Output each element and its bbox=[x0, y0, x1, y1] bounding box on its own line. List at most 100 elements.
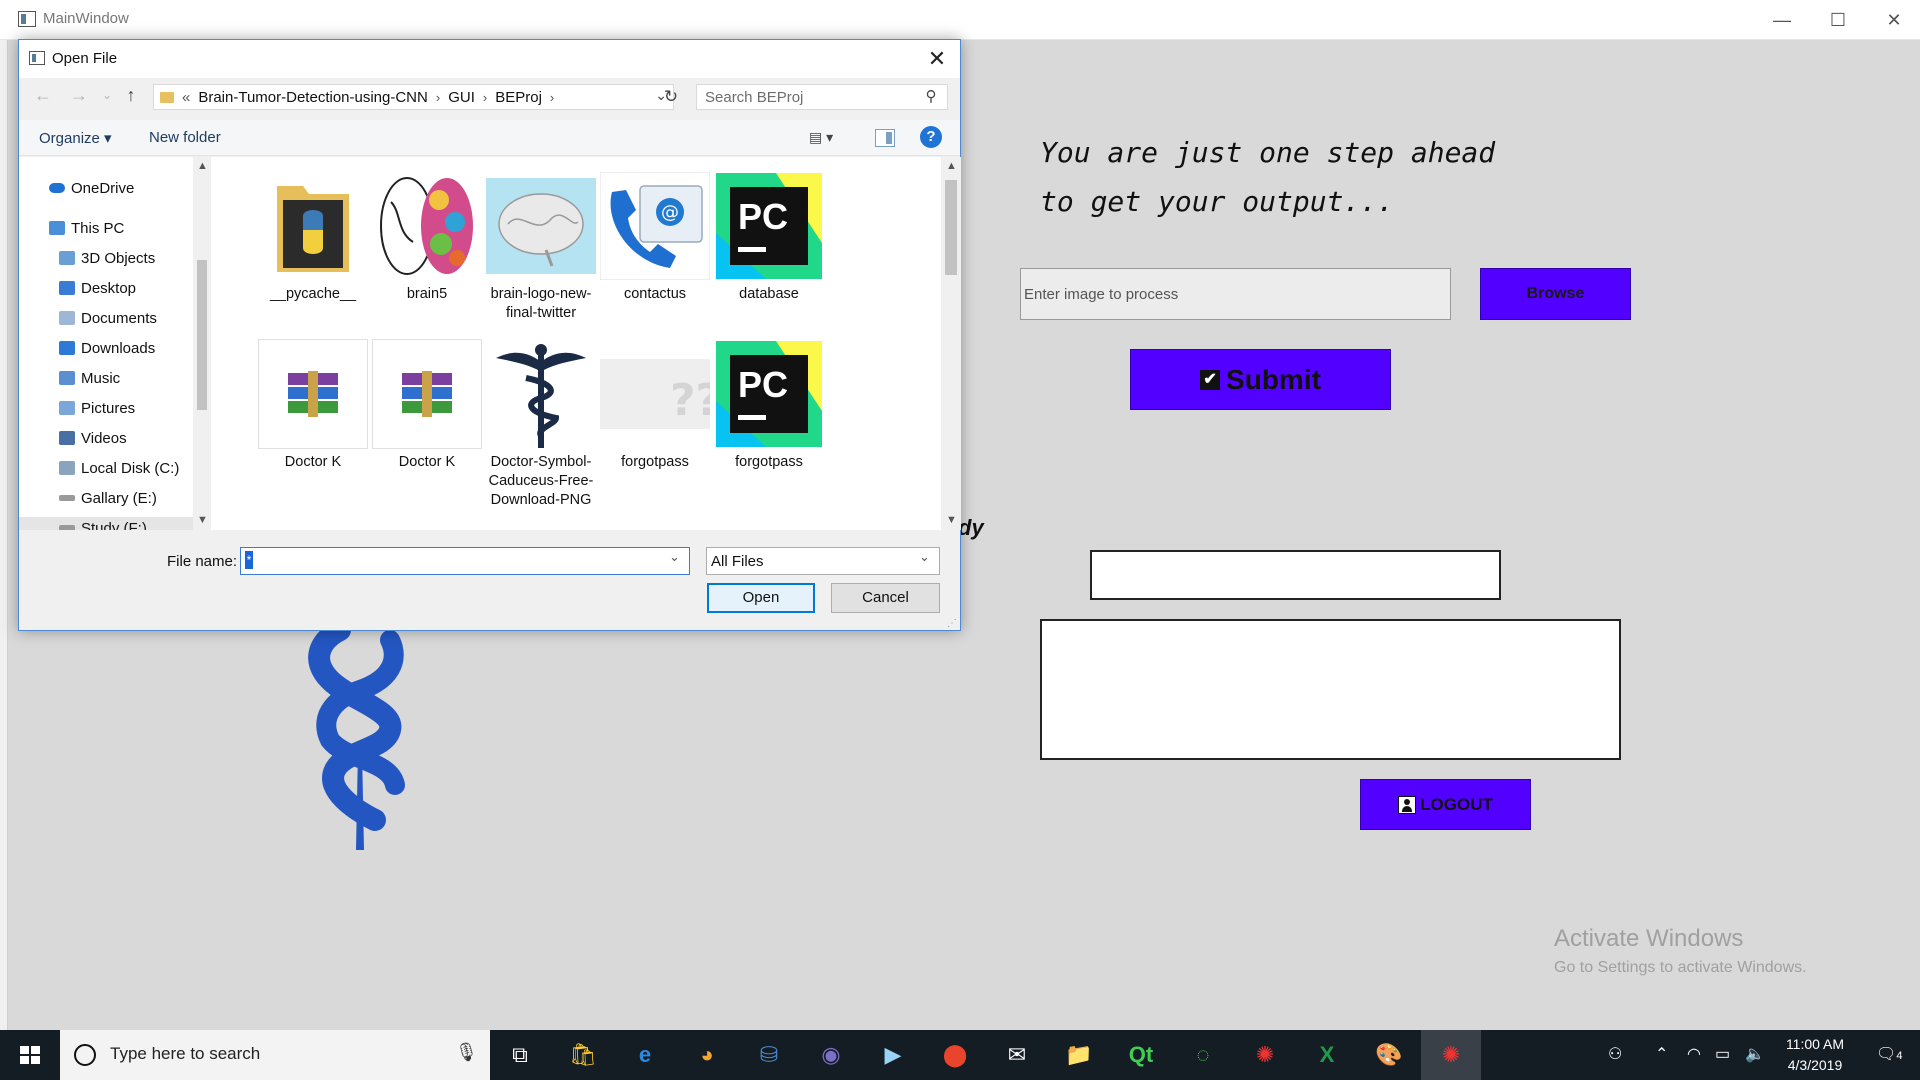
chevron-down-icon[interactable]: ⌄ bbox=[669, 549, 680, 565]
nav-item-this-pc[interactable]: This PC bbox=[49, 217, 124, 239]
file-name-input[interactable] bbox=[240, 547, 690, 575]
mysql-workbench-icon[interactable]: ⛁ bbox=[739, 1030, 799, 1080]
file-item[interactable]: ?? forgotpass bbox=[595, 339, 715, 472]
close-button[interactable]: ✕ bbox=[1866, 0, 1920, 40]
maximize-button[interactable]: ☐ bbox=[1810, 0, 1866, 40]
music-icon bbox=[59, 371, 75, 385]
cortana-icon bbox=[74, 1044, 96, 1066]
nav-item-label: Documents bbox=[81, 309, 157, 327]
file-item[interactable]: Doctor K bbox=[253, 339, 373, 472]
nav-item-videos[interactable]: Videos bbox=[59, 427, 127, 449]
file-item[interactable]: brain-logo-new-final-twitter bbox=[481, 171, 601, 323]
file-item[interactable]: Doctor K bbox=[367, 339, 487, 472]
visual-studio-icon[interactable]: ▶ bbox=[863, 1030, 923, 1080]
search-icon[interactable]: ⚲ bbox=[921, 86, 941, 108]
search-input[interactable] bbox=[696, 84, 948, 110]
back-arrow-icon[interactable]: ← bbox=[31, 80, 55, 110]
image-path-input[interactable] bbox=[1020, 268, 1451, 320]
breadcrumb-overflow[interactable]: « bbox=[182, 89, 190, 106]
breadcrumb-beproj[interactable]: BEProj bbox=[495, 89, 542, 106]
qt-creator-icon[interactable]: Qt bbox=[1111, 1030, 1171, 1080]
submit-button[interactable]: ✔ Submit bbox=[1130, 349, 1391, 410]
desktop-icon bbox=[59, 281, 75, 295]
notification-count: 4 bbox=[1896, 1050, 1903, 1062]
recent-locations-chevron-icon[interactable]: ⌄ bbox=[95, 80, 119, 110]
forward-arrow-icon[interactable]: → bbox=[67, 80, 91, 110]
nav-scrollbar-thumb[interactable] bbox=[197, 260, 207, 410]
file-type-select[interactable]: All Files bbox=[706, 547, 940, 575]
open-button[interactable]: Open bbox=[707, 583, 815, 613]
browse-button[interactable]: Browse bbox=[1480, 268, 1631, 320]
file-name: forgotpass bbox=[735, 454, 803, 470]
nav-item-pictures[interactable]: Pictures bbox=[59, 397, 135, 419]
file-explorer-icon[interactable]: 📁 bbox=[1049, 1030, 1109, 1080]
watermark-subtitle: Go to Settings to activate Windows. bbox=[1554, 959, 1807, 976]
main-window-title: MainWindow bbox=[43, 10, 129, 27]
paint-icon[interactable]: 🎨 bbox=[1359, 1030, 1419, 1080]
nav-item-documents[interactable]: Documents bbox=[59, 307, 157, 329]
watermark-title: Activate Windows bbox=[1554, 925, 1744, 952]
breadcrumb-project[interactable]: Brain-Tumor-Detection-using-CNN bbox=[198, 89, 428, 106]
refresh-app-icon[interactable]: ◌ bbox=[1173, 1030, 1233, 1080]
resize-grip-icon[interactable]: ⋰ bbox=[947, 618, 959, 630]
nav-item-desktop[interactable]: Desktop bbox=[59, 277, 136, 299]
logout-button[interactable]: LOGOUT bbox=[1360, 779, 1531, 830]
notification-icon[interactable]: 🗨4 bbox=[1876, 1030, 1902, 1080]
wifi-icon[interactable]: ◠ bbox=[1687, 1030, 1701, 1080]
file-item[interactable]: __pycache__ bbox=[253, 171, 373, 304]
chevron-down-icon[interactable]: ⌄ bbox=[919, 549, 930, 565]
chart-app-icon[interactable]: ◕ bbox=[677, 1030, 737, 1080]
nav-item-local-disk-c[interactable]: Local Disk (C:) bbox=[59, 457, 179, 479]
excel-icon[interactable]: X bbox=[1297, 1030, 1357, 1080]
file-item[interactable]: @ contactus bbox=[595, 171, 715, 304]
show-hidden-icons-icon[interactable]: ⌃ bbox=[1655, 1030, 1668, 1080]
dialog-close-button[interactable]: ✕ bbox=[919, 42, 955, 76]
new-folder-button[interactable]: New folder bbox=[149, 129, 221, 146]
breadcrumb-gui[interactable]: GUI bbox=[448, 89, 475, 106]
python-qt-app-icon[interactable]: ✺ bbox=[1235, 1030, 1295, 1080]
dialog-toolbar: Organize ▾ New folder ▤ ▾ ? bbox=[19, 120, 960, 156]
address-bar[interactable]: « Brain-Tumor-Detection-using-CNN › GUI … bbox=[153, 84, 674, 110]
edge-browser-icon[interactable]: e bbox=[615, 1030, 675, 1080]
logout-label: LOGOUT bbox=[1420, 794, 1493, 814]
nav-item-gallary-e[interactable]: Gallary (E:) bbox=[59, 487, 157, 509]
up-arrow-icon[interactable]: ↑ bbox=[119, 80, 143, 110]
scroll-up-icon[interactable]: ▲ bbox=[197, 160, 208, 172]
active-python-app-icon[interactable]: ✺ bbox=[1421, 1030, 1481, 1080]
organize-menu[interactable]: Organize ▾ bbox=[39, 129, 112, 147]
cancel-button[interactable]: Cancel bbox=[831, 583, 940, 613]
help-icon[interactable]: ? bbox=[920, 126, 942, 148]
nav-item-music[interactable]: Music bbox=[59, 367, 120, 389]
file-item[interactable]: PC forgotpass bbox=[709, 339, 829, 472]
microphone-icon[interactable]: 🎙 bbox=[455, 1042, 478, 1068]
eclipse-icon[interactable]: ◉ bbox=[801, 1030, 861, 1080]
brain-image-icon bbox=[372, 171, 482, 281]
file-item[interactable]: brain5 bbox=[367, 171, 487, 304]
people-icon[interactable]: ⚇ bbox=[1608, 1030, 1622, 1080]
nav-item-study-f[interactable]: Study (F:) bbox=[19, 517, 193, 530]
nav-item-onedrive[interactable]: OneDrive bbox=[49, 177, 134, 199]
scroll-up-icon[interactable]: ▲ bbox=[946, 160, 957, 172]
scroll-down-icon[interactable]: ▼ bbox=[197, 514, 208, 526]
scroll-down-icon[interactable]: ▼ bbox=[946, 514, 957, 526]
taskbar-clock[interactable]: 11:00 AM 4/3/2019 bbox=[1760, 1034, 1870, 1076]
nav-item-downloads[interactable]: Downloads bbox=[59, 337, 155, 359]
checkmark-icon: ✔ bbox=[1200, 369, 1221, 390]
refresh-icon[interactable]: ↻ bbox=[659, 84, 683, 110]
windows-start-button[interactable] bbox=[0, 1030, 60, 1080]
minimize-button[interactable]: — bbox=[1754, 0, 1810, 40]
change-view-icon[interactable]: ▤ ▾ bbox=[809, 129, 841, 147]
file-item[interactable]: PC database bbox=[709, 171, 829, 304]
taskbar-search-box[interactable]: Type here to search 🎙 bbox=[60, 1030, 490, 1080]
file-scrollbar-thumb[interactable] bbox=[945, 180, 957, 275]
task-view-icon[interactable]: ⧉ bbox=[490, 1030, 550, 1080]
nav-item-3d-objects[interactable]: 3D Objects bbox=[59, 247, 155, 269]
store-icon[interactable]: 🛍 bbox=[553, 1030, 613, 1080]
preview-pane-icon[interactable] bbox=[875, 129, 895, 147]
battery-icon[interactable]: ▭ bbox=[1715, 1030, 1730, 1080]
file-item[interactable]: Doctor-Symbol-Caduceus-Free-Download-PNG bbox=[481, 339, 601, 510]
mail-icon[interactable]: ✉ bbox=[987, 1030, 1047, 1080]
dialog-title: Open File bbox=[52, 50, 118, 67]
chrome-icon[interactable]: ⬤ bbox=[925, 1030, 985, 1080]
hero-text: You are just one step ahead to get your … bbox=[1040, 128, 1495, 226]
